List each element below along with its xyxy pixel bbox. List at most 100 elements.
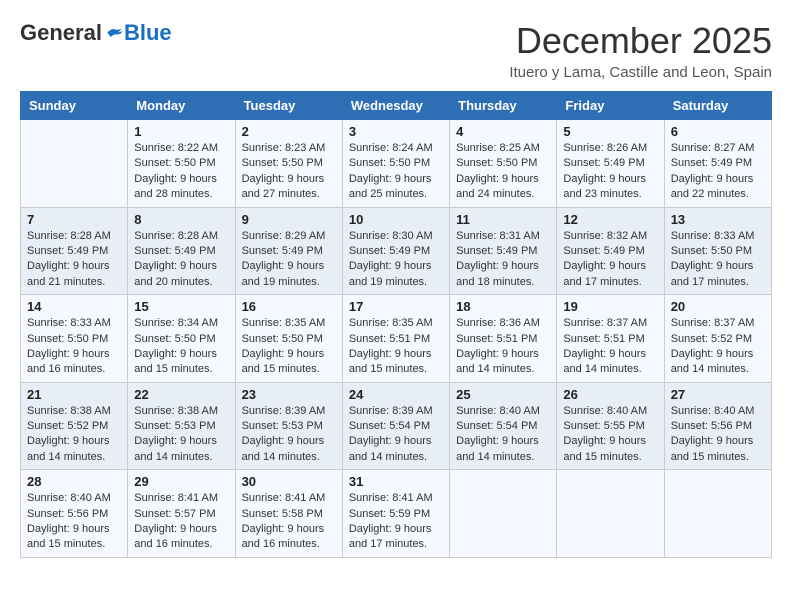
- daylight-text: Daylight: 9 hours and 19 minutes.: [349, 259, 443, 290]
- sunrise-text: Sunrise: 8:38 AM: [27, 404, 121, 419]
- sunrise-text: Sunrise: 8:25 AM: [456, 141, 550, 156]
- sunset-text: Sunset: 5:55 PM: [563, 419, 657, 434]
- cell-info: Sunrise: 8:40 AMSunset: 5:56 PMDaylight:…: [671, 404, 765, 466]
- daylight-text: Daylight: 9 hours and 15 minutes.: [134, 347, 228, 378]
- sunset-text: Sunset: 5:56 PM: [671, 419, 765, 434]
- daylight-text: Daylight: 9 hours and 28 minutes.: [134, 172, 228, 203]
- daylight-text: Daylight: 9 hours and 14 minutes.: [671, 347, 765, 378]
- calendar-cell: 15 Sunrise: 8:34 AMSunset: 5:50 PMDayligh…: [128, 295, 235, 383]
- cell-info: Sunrise: 8:41 AMSunset: 5:57 PMDaylight:…: [134, 491, 228, 553]
- week-row-3: 14Sunrise: 8:33 AMSunset: 5:50 PMDayligh…: [21, 295, 772, 383]
- sunset-text: Sunset: 5:51 PM: [456, 332, 550, 347]
- calendar-cell: 1Sunrise: 8:22 AMSunset: 5:50 PMDaylight…: [128, 120, 235, 208]
- sunrise-text: Sunrise: 8:39 AM: [242, 404, 336, 419]
- calendar-cell: [21, 120, 128, 208]
- calendar-cell: 25Sunrise: 8:40 AMSunset: 5:54 PMDayligh…: [450, 382, 557, 470]
- daylight-text: Daylight: 9 hours and 15 minutes.: [349, 347, 443, 378]
- daylight-text: Daylight: 9 hours and 19 minutes.: [242, 259, 336, 290]
- sunrise-text: Sunrise: 8:22 AM: [134, 141, 228, 156]
- sunrise-text: Sunrise: 8:35 AM: [349, 316, 443, 331]
- sunset-text: Sunset: 5:50 PM: [134, 332, 228, 347]
- sunset-text: Sunset: 5:49 PM: [563, 244, 657, 259]
- col-header-saturday: Saturday: [664, 92, 771, 120]
- calendar-cell: [450, 470, 557, 558]
- sunrise-text: Sunrise: 8:31 AM: [456, 229, 550, 244]
- sunrise-text: Sunrise: 8:41 AM: [242, 491, 336, 506]
- daylight-text: Daylight: 9 hours and 15 minutes.: [671, 434, 765, 465]
- calendar-cell: 8Sunrise: 8:28 AMSunset: 5:49 PMDaylight…: [128, 207, 235, 295]
- cell-info: Sunrise: 8:30 AMSunset: 5:49 PMDaylight:…: [349, 229, 443, 291]
- sunset-text: Sunset: 5:54 PM: [456, 419, 550, 434]
- day-number: 20: [671, 299, 765, 314]
- cell-info: Sunrise: 8:39 AMSunset: 5:53 PMDaylight:…: [242, 404, 336, 466]
- cell-info: Sunrise: 8:40 AMSunset: 5:54 PMDaylight:…: [456, 404, 550, 466]
- day-number: 29: [134, 474, 228, 489]
- calendar-cell: [557, 470, 664, 558]
- daylight-text: Daylight: 9 hours and 24 minutes.: [456, 172, 550, 203]
- day-number: 15: [134, 299, 228, 314]
- col-header-monday: Monday: [128, 92, 235, 120]
- cell-info: Sunrise: 8:22 AMSunset: 5:50 PMDaylight:…: [134, 141, 228, 203]
- calendar-cell: 31Sunrise: 8:41 AMSunset: 5:59 PMDayligh…: [342, 470, 449, 558]
- calendar-cell: [664, 470, 771, 558]
- sunrise-text: Sunrise: 8:24 AM: [349, 141, 443, 156]
- calendar-cell: 16Sunrise: 8:35 AMSunset: 5:50 PMDayligh…: [235, 295, 342, 383]
- day-number: 5: [563, 124, 657, 139]
- cell-info: Sunrise: 8:41 AMSunset: 5:58 PMDaylight:…: [242, 491, 336, 553]
- calendar-cell: 30Sunrise: 8:41 AMSunset: 5:58 PMDayligh…: [235, 470, 342, 558]
- daylight-text: Daylight: 9 hours and 15 minutes.: [242, 347, 336, 378]
- sunrise-text: Sunrise: 8:41 AM: [134, 491, 228, 506]
- cell-info: Sunrise: 8:28 AMSunset: 5:49 PMDaylight:…: [134, 229, 228, 291]
- sunrise-text: Sunrise: 8:41 AM: [349, 491, 443, 506]
- sunset-text: Sunset: 5:54 PM: [349, 419, 443, 434]
- daylight-text: Daylight: 9 hours and 15 minutes.: [563, 434, 657, 465]
- logo-general: General: [20, 20, 102, 46]
- sunrise-text: Sunrise: 8:38 AM: [134, 404, 228, 419]
- sunset-text: Sunset: 5:50 PM: [27, 332, 121, 347]
- day-number: 23: [242, 387, 336, 402]
- page-header: General Blue December 2025 Ituero y Lama…: [20, 20, 772, 81]
- sunrise-text: Sunrise: 8:28 AM: [27, 229, 121, 244]
- daylight-text: Daylight: 9 hours and 14 minutes.: [134, 434, 228, 465]
- calendar-cell: 7Sunrise: 8:28 AMSunset: 5:49 PMDaylight…: [21, 207, 128, 295]
- sunrise-text: Sunrise: 8:28 AM: [134, 229, 228, 244]
- cell-info: Sunrise: 8:31 AMSunset: 5:49 PMDaylight:…: [456, 229, 550, 291]
- sunset-text: Sunset: 5:50 PM: [134, 156, 228, 171]
- sunrise-text: Sunrise: 8:34 AM: [134, 316, 228, 331]
- daylight-text: Daylight: 9 hours and 18 minutes.: [456, 259, 550, 290]
- calendar-cell: 24Sunrise: 8:39 AMSunset: 5:54 PMDayligh…: [342, 382, 449, 470]
- sunset-text: Sunset: 5:50 PM: [349, 156, 443, 171]
- sunset-text: Sunset: 5:57 PM: [134, 507, 228, 522]
- calendar-cell: 26Sunrise: 8:40 AMSunset: 5:55 PMDayligh…: [557, 382, 664, 470]
- week-row-4: 21Sunrise: 8:38 AMSunset: 5:52 PMDayligh…: [21, 382, 772, 470]
- daylight-text: Daylight: 9 hours and 23 minutes.: [563, 172, 657, 203]
- sunset-text: Sunset: 5:50 PM: [456, 156, 550, 171]
- sunset-text: Sunset: 5:49 PM: [134, 244, 228, 259]
- calendar-cell: 27Sunrise: 8:40 AMSunset: 5:56 PMDayligh…: [664, 382, 771, 470]
- cell-info: Sunrise: 8:36 AMSunset: 5:51 PMDaylight:…: [456, 316, 550, 378]
- sunset-text: Sunset: 5:58 PM: [242, 507, 336, 522]
- calendar-cell: 5Sunrise: 8:26 AMSunset: 5:49 PMDaylight…: [557, 120, 664, 208]
- sunrise-text: Sunrise: 8:30 AM: [349, 229, 443, 244]
- sunset-text: Sunset: 5:49 PM: [349, 244, 443, 259]
- sunrise-text: Sunrise: 8:40 AM: [456, 404, 550, 419]
- cell-info: Sunrise: 8:34 AMSunset: 5:50 PMDaylight:…: [134, 316, 228, 378]
- cell-info: Sunrise: 8:27 AMSunset: 5:49 PMDaylight:…: [671, 141, 765, 203]
- sunset-text: Sunset: 5:50 PM: [242, 156, 336, 171]
- day-number: 11: [456, 212, 550, 227]
- calendar-cell: 4 Sunrise: 8:25 AMSunset: 5:50 PMDaylight…: [450, 120, 557, 208]
- calendar-cell: 2Sunrise: 8:23 AMSunset: 5:50 PMDaylight…: [235, 120, 342, 208]
- calendar-cell: 17Sunrise: 8:35 AMSunset: 5:51 PMDayligh…: [342, 295, 449, 383]
- sunrise-text: Sunrise: 8:39 AM: [349, 404, 443, 419]
- logo-bird-icon: [104, 23, 124, 43]
- sunset-text: Sunset: 5:50 PM: [671, 244, 765, 259]
- day-number: 4: [456, 124, 550, 139]
- daylight-text: Daylight: 9 hours and 22 minutes.: [671, 172, 765, 203]
- day-number: 7: [27, 212, 121, 227]
- sunrise-text: Sunrise: 8:32 AM: [563, 229, 657, 244]
- sunrise-text: Sunrise: 8:40 AM: [563, 404, 657, 419]
- calendar-cell: 18Sunrise: 8:36 AMSunset: 5:51 PMDayligh…: [450, 295, 557, 383]
- sunset-text: Sunset: 5:49 PM: [456, 244, 550, 259]
- week-row-1: 1Sunrise: 8:22 AMSunset: 5:50 PMDaylight…: [21, 120, 772, 208]
- daylight-text: Daylight: 9 hours and 16 minutes.: [242, 522, 336, 553]
